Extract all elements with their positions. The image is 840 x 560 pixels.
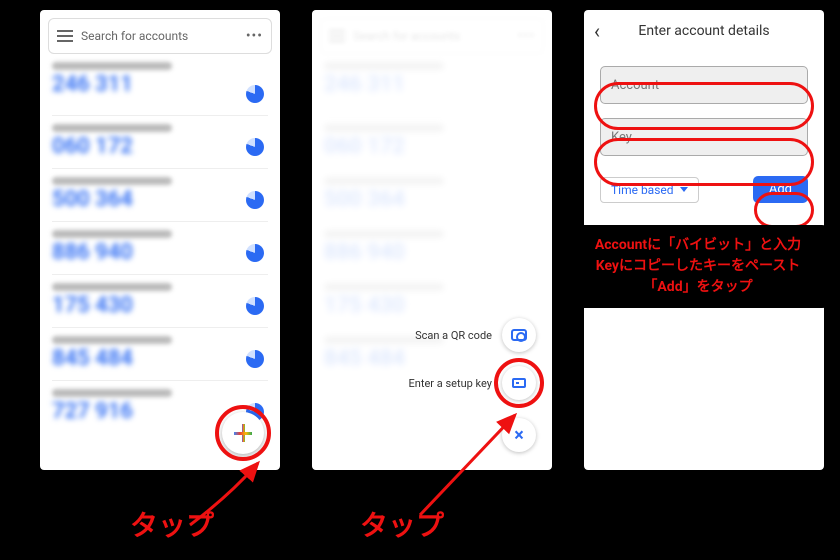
add-button[interactable]: Add (753, 176, 808, 203)
chevron-down-icon (680, 187, 688, 192)
phone-fab-menu: Search for accounts••• 246 311 060 172 5… (312, 10, 552, 470)
add-account-fab[interactable] (222, 412, 264, 454)
code-list: 246 311 060 172 500 364 886 940 175 430 … (40, 62, 280, 433)
menu-scan-qr[interactable]: Scan a QR code (415, 318, 536, 352)
back-icon[interactable]: ‹ (594, 19, 616, 43)
annotation-tap-1: タップ (130, 504, 214, 544)
timer-icon (246, 244, 264, 262)
code-item[interactable]: 175 430 (52, 274, 268, 327)
keyboard-icon (512, 378, 526, 388)
timer-icon (246, 297, 264, 315)
close-icon: × (514, 425, 524, 446)
menu-icon[interactable] (57, 30, 73, 42)
account-field[interactable]: Account (600, 66, 808, 104)
code-item[interactable]: 060 172 (52, 115, 268, 168)
search-bar[interactable]: Search for accounts ••• (48, 18, 272, 54)
timer-icon (246, 350, 264, 368)
type-dropdown[interactable]: Time based (600, 177, 699, 203)
code-item[interactable]: 886 940 (52, 221, 268, 274)
camera-icon (511, 329, 527, 341)
code-item[interactable]: 845 484 (52, 327, 268, 380)
annotation-tap-2: タップ (360, 504, 444, 544)
search-placeholder: Search for accounts (81, 29, 238, 43)
timer-icon (246, 138, 264, 156)
phone-authenticator-list: Search for accounts ••• 246 311 060 172 … (40, 10, 280, 470)
instruction-box: Accountに「バイビット」と入力 Keyにコピーしたキーをペースト 「Add… (564, 225, 832, 308)
menu-enter-key[interactable]: Enter a setup key (409, 366, 536, 400)
key-field[interactable]: Key (600, 118, 808, 156)
code-item[interactable]: 246 311 (52, 62, 268, 115)
account-dots-icon[interactable]: ••• (246, 28, 263, 44)
plus-icon (234, 424, 252, 442)
page-title: Enter account details (616, 23, 792, 39)
timer-icon (246, 191, 264, 209)
code-item[interactable]: 500 364 (52, 168, 268, 221)
menu-close[interactable]: × (502, 418, 536, 452)
header: ‹ Enter account details (584, 10, 824, 52)
timer-icon (246, 85, 264, 103)
